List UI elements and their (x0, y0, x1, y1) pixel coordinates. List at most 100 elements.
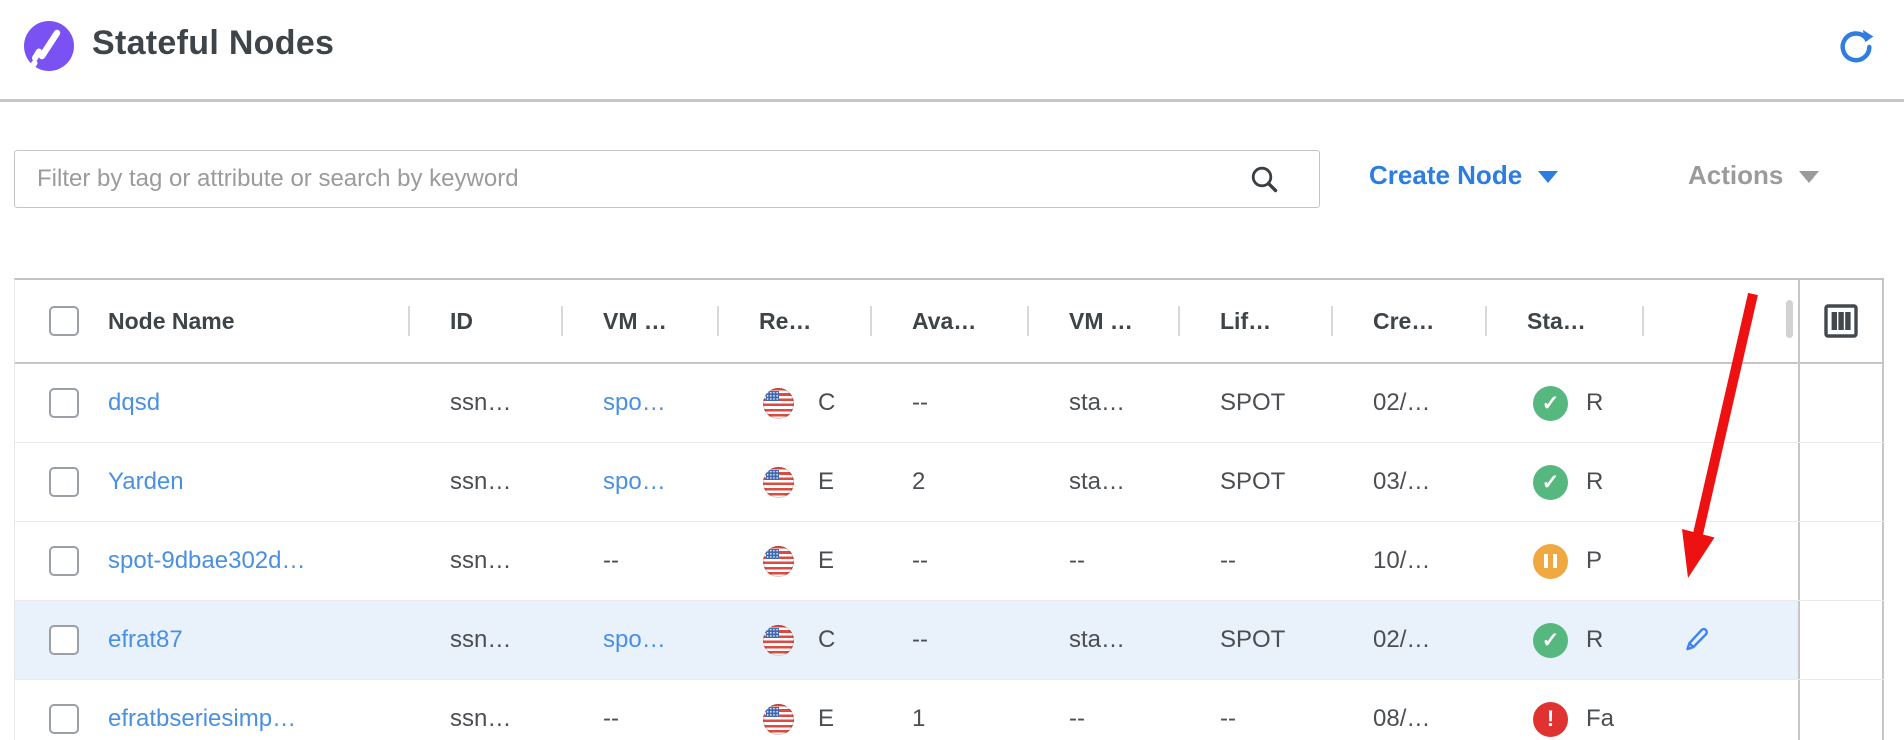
status-label: R (1586, 468, 1603, 496)
create-node-button[interactable]: Create Node (1369, 160, 1558, 191)
region-label: C (818, 389, 835, 417)
create-node-label: Create Node (1369, 160, 1522, 191)
vm-size: -- (1027, 522, 1178, 600)
vm-size: sta… (1027, 443, 1178, 521)
lifecycle: -- (1178, 680, 1331, 740)
column-header-lifecycle[interactable]: Lif… (1178, 280, 1331, 362)
page-title: Stateful Nodes (92, 24, 334, 63)
column-header-status[interactable]: Sta… (1485, 280, 1642, 362)
region-label: E (818, 547, 834, 575)
status-running-icon (1533, 386, 1568, 421)
column-picker-cell (1798, 280, 1884, 362)
column-header-vm-2[interactable]: VM … (1027, 280, 1178, 362)
node-id: ssn… (408, 680, 561, 740)
column-header-id[interactable]: ID (408, 280, 561, 362)
column-header-region[interactable]: Re… (717, 280, 870, 362)
status-running-icon (1533, 623, 1568, 658)
lifecycle: SPOT (1178, 601, 1331, 679)
table-row: Yarden ssn… spo… E 2 sta… SPOT 03/… R (15, 443, 1884, 522)
edit-node-button[interactable] (1680, 625, 1711, 656)
node-name-link[interactable]: efrat87 (108, 626, 183, 654)
table-header-row: Node Name ID VM … Re… Ava… VM … Lif… Cre… (15, 280, 1884, 364)
availability-zone: 1 (870, 680, 1027, 740)
created-at: 10/… (1331, 522, 1485, 600)
row-checkbox[interactable] (49, 546, 79, 576)
created-at: 02/… (1331, 601, 1485, 679)
row-actions-cell (1642, 680, 1798, 740)
availability-zone: 2 (870, 443, 1027, 521)
table-row: spot-9dbae302d… ssn… -- E -- -- -- 10/… … (15, 522, 1884, 601)
table-row: efratbseriesimp… ssn… -- E 1 -- -- 08/… … (15, 680, 1884, 740)
node-id: ssn… (408, 443, 561, 521)
vm-size: sta… (1027, 601, 1178, 679)
row-checkbox[interactable] (49, 467, 79, 497)
refresh-button[interactable] (1836, 27, 1876, 67)
header-divider (0, 99, 1904, 102)
row-checkbox[interactable] (49, 704, 79, 734)
table-row: dqsd ssn… spo… C -- sta… SPOT 02/… R (15, 364, 1884, 443)
table-row-selected: efrat87 ssn… spo… C -- sta… SPOT 02/… R (15, 601, 1884, 680)
vm-empty: -- (561, 522, 717, 600)
created-at: 03/… (1331, 443, 1485, 521)
node-name-link[interactable]: Yarden (108, 468, 184, 496)
node-name-link[interactable]: spot-9dbae302d… (108, 547, 305, 575)
node-id: ssn… (408, 601, 561, 679)
pencil-icon (1680, 625, 1711, 656)
us-flag-icon (763, 704, 794, 735)
node-id: ssn… (408, 522, 561, 600)
region-label: C (818, 626, 835, 654)
chevron-down-icon (1538, 171, 1558, 183)
lifecycle: SPOT (1178, 443, 1331, 521)
column-picker-button[interactable] (1822, 302, 1860, 340)
chevron-down-icon (1799, 171, 1819, 183)
vm-link[interactable]: spo… (603, 389, 666, 417)
column-header-created[interactable]: Cre… (1331, 280, 1485, 362)
row-checkbox[interactable] (49, 625, 79, 655)
scrollbar-thumb[interactable] (1786, 300, 1793, 338)
us-flag-icon (763, 546, 794, 577)
vm-link[interactable]: spo… (603, 626, 666, 654)
status-failed-icon (1533, 702, 1568, 737)
vm-empty: -- (561, 680, 717, 740)
status-label: P (1586, 547, 1602, 575)
actions-button[interactable]: Actions (1688, 160, 1819, 191)
lifecycle: SPOT (1178, 364, 1331, 442)
spot-logo-icon (22, 20, 76, 74)
status-running-icon (1533, 465, 1568, 500)
stateful-nodes-table: Node Name ID VM … Re… Ava… VM … Lif… Cre… (14, 278, 1884, 740)
created-at: 08/… (1331, 680, 1485, 740)
actions-label: Actions (1688, 160, 1783, 191)
row-actions-cell (1642, 443, 1798, 521)
node-name-link[interactable]: dqsd (108, 389, 160, 417)
row-actions-cell (1642, 601, 1798, 679)
availability-zone: -- (870, 522, 1027, 600)
column-header-vm[interactable]: VM … (561, 280, 717, 362)
vm-size: sta… (1027, 364, 1178, 442)
column-header-availability-zone[interactable]: Ava… (870, 280, 1027, 362)
row-checkbox[interactable] (49, 388, 79, 418)
status-label: R (1586, 626, 1603, 654)
region-label: E (818, 468, 834, 496)
table-columns-icon (1822, 302, 1860, 340)
status-paused-icon (1533, 544, 1568, 579)
select-all-cell (15, 280, 108, 362)
us-flag-icon (763, 388, 794, 419)
lifecycle: -- (1178, 522, 1331, 600)
column-header-row-actions (1642, 280, 1798, 362)
select-all-checkbox[interactable] (49, 306, 79, 336)
column-header-node-name[interactable]: Node Name (108, 280, 408, 362)
vm-link[interactable]: spo… (603, 468, 666, 496)
us-flag-icon (763, 625, 794, 656)
node-name-link[interactable]: efratbseriesimp… (108, 705, 296, 733)
status-label: Fa (1586, 705, 1614, 733)
filter-input[interactable] (14, 150, 1320, 208)
region-label: E (818, 705, 834, 733)
created-at: 02/… (1331, 364, 1485, 442)
row-actions-cell (1642, 522, 1798, 600)
row-actions-cell (1642, 364, 1798, 442)
app-header: Stateful Nodes (0, 0, 1904, 99)
availability-zone: -- (870, 601, 1027, 679)
us-flag-icon (763, 467, 794, 498)
refresh-icon (1836, 27, 1876, 67)
vm-size: -- (1027, 680, 1178, 740)
